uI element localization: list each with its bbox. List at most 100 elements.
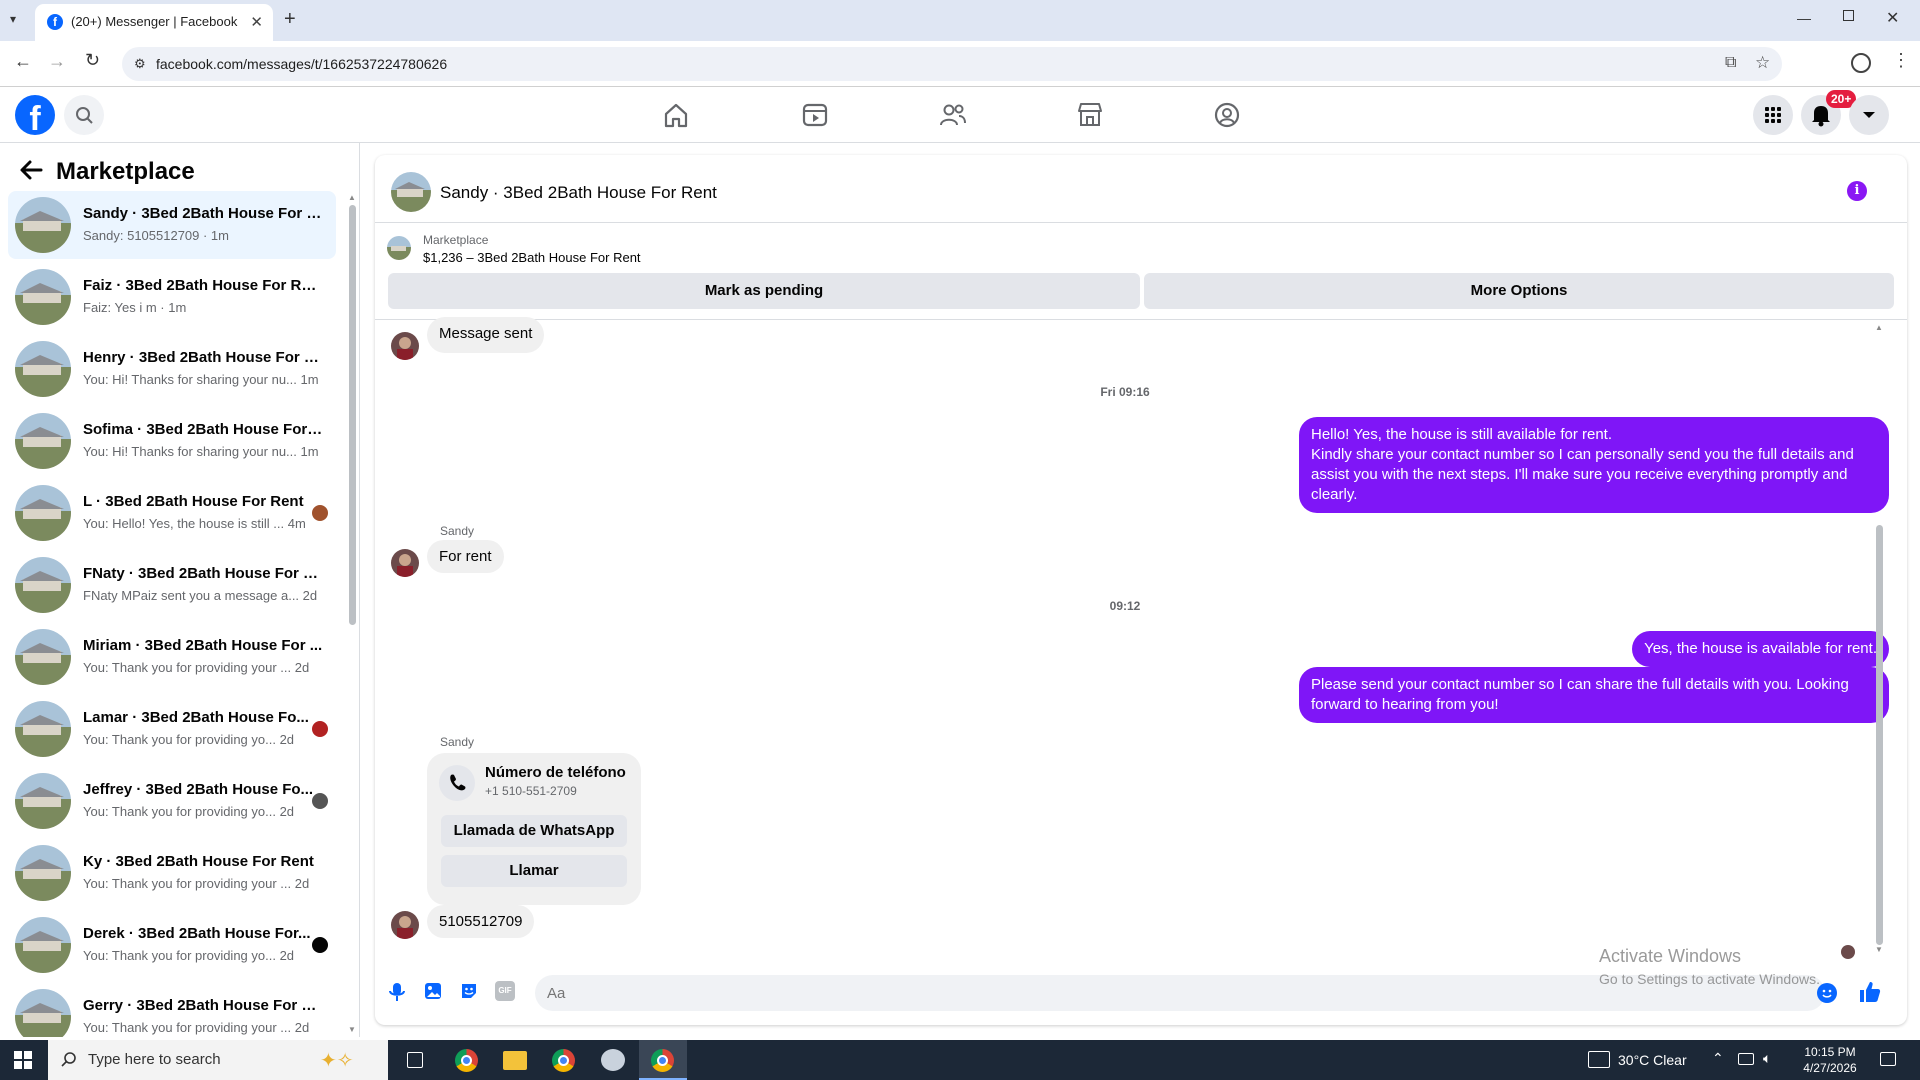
sender-avatar[interactable] <box>391 332 419 360</box>
clock[interactable]: 10:15 PM 4/27/2026 <box>1795 1044 1865 1076</box>
minimize-icon[interactable]: — <box>1797 10 1811 26</box>
back-arrow-icon[interactable] <box>18 157 44 183</box>
call-button[interactable]: Llamar <box>441 855 627 887</box>
conversation-header: Sandy · 3Bed 2Bath House For Rent i <box>375 155 1907 223</box>
app-icon[interactable] <box>601 1049 625 1071</box>
install-app-icon[interactable]: ⧉ <box>1725 54 1736 72</box>
whatsapp-call-button[interactable]: Llamada de WhatsApp <box>441 815 627 847</box>
home-icon[interactable] <box>660 99 692 131</box>
more-options-button[interactable]: More Options <box>1144 273 1894 309</box>
tab-title: (20+) Messenger | Facebook <box>71 14 238 29</box>
sender-avatar[interactable] <box>391 911 419 939</box>
like-thumbs-up-icon[interactable] <box>1858 980 1882 1004</box>
conversation-preview: You: Thank you for providing yo... 2d <box>83 732 295 747</box>
conversation-item[interactable]: Gerry · 3Bed 2Bath House For R... You: Th… <box>8 983 336 1037</box>
listing-thumbnail[interactable] <box>387 236 411 260</box>
windows-taskbar: Type here to search ✦✧ 30°C Clear ⌃ 🔈︎ 1… <box>0 1040 1920 1080</box>
address-bar[interactable]: ⚙ facebook.com/messages/t/16625372247806… <box>122 47 1782 81</box>
browser-tab[interactable]: f (20+) Messenger | Facebook ✕ <box>35 4 273 41</box>
message-incoming[interactable]: Message sent <box>427 317 545 353</box>
listing-source: Marketplace <box>423 233 489 247</box>
conversation-item[interactable]: Miriam · 3Bed 2Bath House For ... You: Th… <box>8 623 336 691</box>
mark-as-pending-button[interactable]: Mark as pending <box>388 273 1140 309</box>
conversation-item[interactable]: Lamar · 3Bed 2Bath House Fo... You: Thank… <box>8 695 336 763</box>
message-outgoing[interactable]: Please send your contact number so I can… <box>1299 667 1889 723</box>
gif-icon[interactable]: GIF <box>495 981 515 1001</box>
site-info-icon[interactable]: ⚙ <box>134 56 146 72</box>
conversation-preview: You: Hi! Thanks for sharing your nu... 1… <box>83 444 319 459</box>
sidebar-scrollbar[interactable] <box>349 205 356 625</box>
conversation-item[interactable]: Derek · 3Bed 2Bath House For... You: Than… <box>8 911 336 979</box>
conversation-item[interactable]: Jeffrey · 3Bed 2Bath House Fo... You: Tha… <box>8 767 336 835</box>
message-incoming[interactable]: 5105512709 <box>427 905 535 938</box>
conversation-item[interactable]: Sandy · 3Bed 2Bath House For R... Sandy: … <box>8 191 336 259</box>
chrome-profile-icon[interactable] <box>552 1049 575 1072</box>
conversation-item[interactable]: Sofima · 3Bed 2Bath House For ... You: Hi… <box>8 407 336 475</box>
scroll-up-icon[interactable]: ▲ <box>1875 323 1883 332</box>
video-icon[interactable] <box>799 99 831 131</box>
scroll-down-icon[interactable]: ▼ <box>1875 945 1883 954</box>
conversation-name: Jeffrey · 3Bed 2Bath House Fo... <box>83 781 314 798</box>
conversation-name: Ky · 3Bed 2Bath House For Rent <box>83 853 314 870</box>
gaming-icon[interactable] <box>1211 99 1243 131</box>
conversation-avatar <box>15 845 71 901</box>
conversation-avatar <box>15 989 71 1037</box>
search-icon <box>60 1051 77 1068</box>
conversation-avatar <box>15 701 71 757</box>
info-icon[interactable]: i <box>1847 181 1867 201</box>
marketplace-icon[interactable] <box>1074 99 1106 131</box>
reload-icon[interactable]: ↻ <box>85 50 100 71</box>
read-receipt-avatar <box>1841 945 1855 959</box>
browser-menu-icon[interactable]: ⋮ <box>1892 50 1910 71</box>
conversation-item[interactable]: Henry · 3Bed 2Bath House For R... You: Hi… <box>8 335 336 403</box>
conversation-item[interactable]: Faiz · 3Bed 2Bath House For Rent Faiz: Ye… <box>8 263 336 331</box>
tab-search-icon[interactable]: ▾ <box>10 12 16 26</box>
message-incoming[interactable]: For rent <box>427 540 504 573</box>
phone-icon <box>439 765 475 801</box>
friends-icon[interactable] <box>937 99 969 131</box>
sender-avatar[interactable] <box>391 549 419 577</box>
forward-icon[interactable]: → <box>48 51 66 72</box>
menu-grid-icon[interactable] <box>1753 95 1793 135</box>
restore-icon[interactable] <box>1843 10 1854 21</box>
sticker-icon[interactable] <box>459 981 479 1001</box>
tray-network-icon[interactable] <box>1738 1053 1754 1065</box>
conversation-item[interactable]: FNaty · 3Bed 2Bath House For R... FNaty M… <box>8 551 336 619</box>
taskbar-search-box[interactable]: Type here to search ✦✧ <box>48 1040 388 1080</box>
profile-icon[interactable] <box>1851 53 1871 73</box>
conversation-item[interactable]: L · 3Bed 2Bath House For Rent You: Hello!… <box>8 479 336 547</box>
message-outgoing[interactable]: Yes, the house is available for rent. <box>1632 631 1889 667</box>
chat-scrollbar[interactable] <box>1876 525 1883 945</box>
weather-icon[interactable] <box>1588 1051 1610 1068</box>
window-close-icon[interactable]: ✕ <box>1886 8 1899 28</box>
tray-volume-icon[interactable]: 🔈︎ <box>1763 1050 1771 1067</box>
message-outgoing[interactable]: Hello! Yes, the house is still available… <box>1299 417 1889 513</box>
scroll-up-icon[interactable]: ▲ <box>348 193 356 202</box>
weather-text[interactable]: 30°C Clear <box>1618 1052 1687 1068</box>
facebook-logo-icon[interactable]: f <box>15 95 55 135</box>
tab-close-icon[interactable]: ✕ <box>250 13 263 31</box>
conversation-title[interactable]: Sandy · 3Bed 2Bath House For Rent <box>440 183 717 203</box>
file-explorer-icon[interactable] <box>503 1051 527 1070</box>
bookmark-star-icon[interactable]: ☆ <box>1755 53 1770 73</box>
photo-icon[interactable] <box>423 981 443 1001</box>
listing-title[interactable]: $1,236 – 3Bed 2Bath House For Rent <box>423 250 641 265</box>
microphone-icon[interactable] <box>387 981 407 1003</box>
emoji-icon[interactable] <box>1817 983 1837 1003</box>
windows-start-icon[interactable] <box>14 1051 32 1069</box>
conversation-name: FNaty · 3Bed 2Bath House For R... <box>83 565 323 582</box>
contact-avatar[interactable] <box>391 172 431 212</box>
new-tab-icon[interactable]: + <box>284 8 296 31</box>
watermark-subtitle: Go to Settings to activate Windows. <box>1599 971 1820 987</box>
chrome-icon[interactable] <box>455 1049 478 1072</box>
search-icon[interactable] <box>64 95 104 135</box>
account-menu-icon[interactable] <box>1849 95 1889 135</box>
conversation-avatar <box>15 917 71 973</box>
task-view-icon[interactable] <box>407 1052 423 1068</box>
tray-chevron-icon[interactable]: ⌃ <box>1712 1050 1724 1067</box>
back-icon[interactable]: ← <box>14 51 32 72</box>
active-chrome-icon[interactable] <box>639 1040 687 1080</box>
conversation-item[interactable]: Ky · 3Bed 2Bath House For Rent You: Thank… <box>8 839 336 907</box>
notifications-icon[interactable] <box>1880 1052 1896 1066</box>
scroll-down-icon[interactable]: ▼ <box>348 1025 356 1034</box>
